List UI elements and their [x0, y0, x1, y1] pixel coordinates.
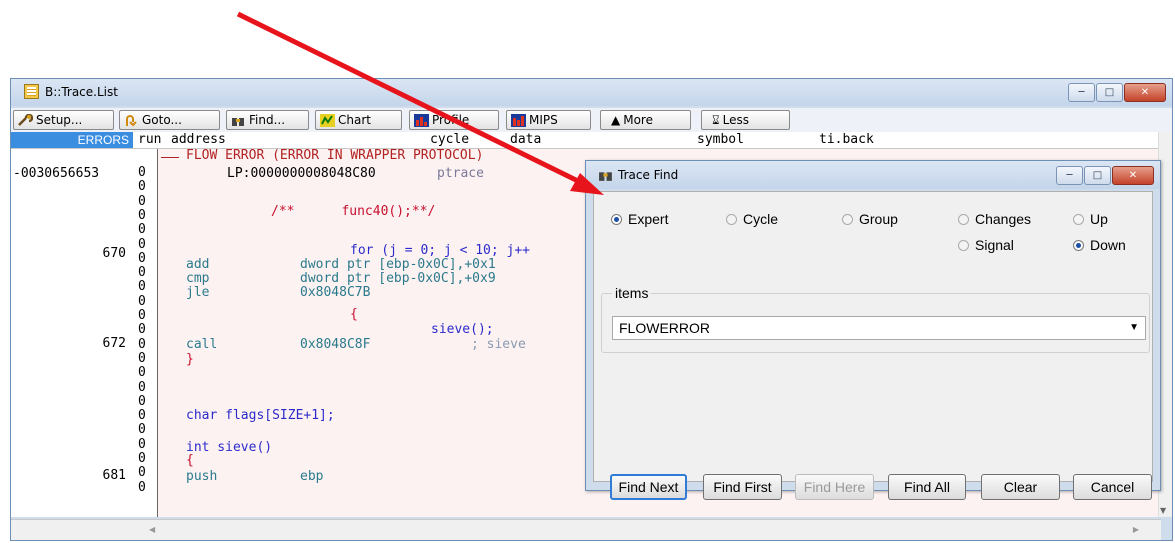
annotation-arrow: [236, 11, 604, 195]
arrow-shaft: [236, 11, 584, 186]
arrow-head-icon: [570, 173, 604, 195]
